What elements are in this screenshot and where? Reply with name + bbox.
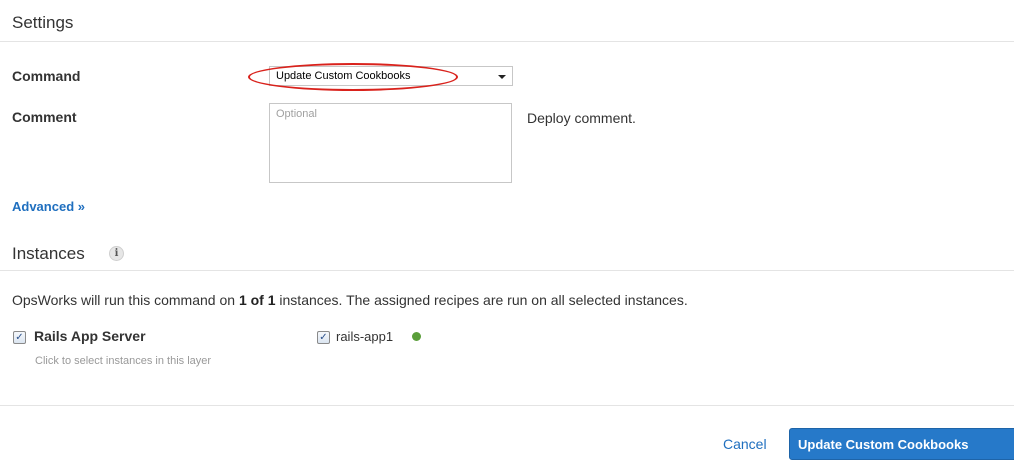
comment-hint: Deploy comment. (527, 110, 636, 126)
footer-divider (0, 405, 1014, 406)
description-prefix: OpsWorks will run this command on (12, 292, 239, 308)
description-count: 1 of 1 (238, 292, 276, 308)
comment-field[interactable] (269, 103, 512, 183)
layer-hint: Click to select instances in this layer (35, 355, 212, 367)
comment-label: Comment (12, 109, 77, 125)
info-icon[interactable]: i (109, 246, 124, 261)
cancel-button[interactable]: Cancel (723, 436, 767, 452)
settings-divider (0, 41, 1014, 42)
instances-title: Instances (12, 244, 85, 263)
layer-checkbox[interactable]: ✓ (13, 331, 26, 344)
command-select[interactable]: Update Custom Cookbooks (269, 66, 513, 86)
status-online-icon (412, 332, 421, 341)
description-suffix: instances. The assigned recipes are run … (275, 292, 688, 308)
instances-description: OpsWorks will run this command on 1 of 1… (12, 292, 688, 308)
layer-name[interactable]: Rails App Server (34, 328, 146, 344)
settings-title: Settings (12, 13, 74, 32)
instances-divider (0, 270, 1014, 271)
command-select-value: Update Custom Cookbooks (276, 70, 411, 82)
update-custom-cookbooks-button[interactable]: Update Custom Cookbooks (789, 428, 1014, 460)
advanced-link[interactable]: Advanced » (12, 199, 85, 214)
chevron-down-icon (498, 75, 506, 79)
instance-checkbox[interactable]: ✓ (317, 331, 330, 344)
instance-name[interactable]: rails-app1 (336, 329, 393, 344)
command-label: Command (12, 68, 81, 84)
